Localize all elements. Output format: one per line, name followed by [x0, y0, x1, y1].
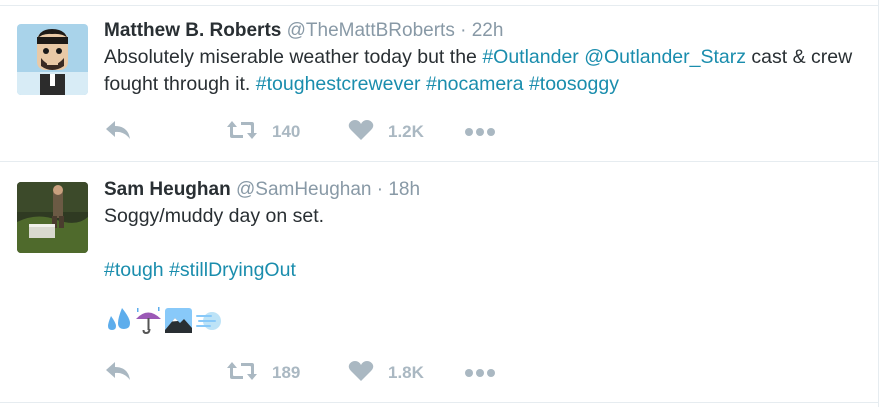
like-button[interactable]: 1.2K — [348, 119, 424, 145]
retweet-icon — [226, 360, 258, 387]
page: Matthew B. Roberts @TheMattBRoberts · 22… — [0, 0, 890, 407]
hashtag-link[interactable]: #Outlander — [482, 46, 578, 68]
retweet-button[interactable]: 189 — [226, 360, 300, 386]
separator: · — [460, 20, 467, 41]
timestamp[interactable]: 18h — [388, 179, 420, 200]
tweet-actions: 189 1.8K — [104, 360, 524, 386]
tweet[interactable]: Sam Heughan @SamHeughan · 18h Soggy/mudd… — [0, 163, 879, 403]
username[interactable]: @TheMattBRoberts — [287, 20, 455, 41]
tweet-header: Sam Heughan @SamHeughan · 18h — [104, 177, 864, 203]
tweet-text: Absolutely miserable weather today but t… — [104, 44, 864, 98]
avatar[interactable] — [17, 182, 88, 253]
reply-button[interactable] — [104, 360, 132, 386]
retweet-button[interactable]: 140 — [226, 119, 300, 145]
retweet-count: 189 — [272, 363, 301, 382]
tweet-text: Soggy/muddy day on set. — [104, 205, 325, 227]
hashtag-link[interactable]: #toughestcrewever — [256, 73, 421, 95]
separator: · — [376, 179, 384, 200]
retweet-icon — [226, 119, 258, 146]
more-button[interactable] — [464, 360, 496, 386]
mention-link[interactable]: @Outlander_Starz — [584, 46, 746, 68]
hashtag-link[interactable]: #tough — [104, 259, 164, 281]
more-button[interactable] — [464, 119, 496, 145]
tweet-header: Matthew B. Roberts @TheMattBRoberts · 22… — [104, 18, 864, 44]
more-dots-icon — [464, 122, 496, 142]
emoji-row — [104, 306, 864, 336]
heart-icon — [348, 119, 374, 146]
hashtag-link[interactable]: #toosoggy — [529, 73, 619, 95]
tweet[interactable]: Matthew B. Roberts @TheMattBRoberts · 22… — [0, 6, 879, 162]
text-segment: Absolutely miserable weather today but t… — [104, 46, 483, 68]
like-button[interactable]: 1.8K — [348, 360, 424, 386]
reply-icon — [104, 360, 132, 387]
timestamp[interactable]: 22h — [472, 20, 504, 41]
snow-capped-mountain-icon — [164, 306, 193, 336]
retweet-count: 140 — [272, 122, 301, 141]
avatar[interactable] — [17, 24, 88, 95]
reply-button[interactable] — [104, 119, 132, 145]
username[interactable]: @SamHeughan — [236, 179, 371, 200]
tweet-actions: 140 1.2K — [104, 119, 524, 145]
timeline: Matthew B. Roberts @TheMattBRoberts · 22… — [0, 0, 879, 407]
tweet-content: Matthew B. Roberts @TheMattBRoberts · 22… — [104, 18, 864, 98]
umbrella-with-rain-icon — [134, 306, 163, 336]
hashtag-link[interactable]: #stillDryingOut — [169, 259, 296, 281]
tweet-hashtags: #tough #stillDryingOut — [104, 257, 864, 284]
more-dots-icon — [464, 363, 496, 383]
tweet-content: Sam Heughan @SamHeughan · 18h Soggy/mudd… — [104, 177, 864, 336]
sweat-droplets-icon — [104, 306, 133, 336]
like-count: 1.8K — [388, 363, 424, 382]
wind-blowing-icon — [194, 306, 223, 336]
heart-icon — [348, 360, 374, 387]
reply-icon — [104, 119, 132, 146]
hashtag-link[interactable]: #nocamera — [426, 73, 524, 95]
fullname[interactable]: Matthew B. Roberts — [104, 20, 281, 41]
like-count: 1.2K — [388, 122, 424, 141]
fullname[interactable]: Sam Heughan — [104, 179, 231, 200]
